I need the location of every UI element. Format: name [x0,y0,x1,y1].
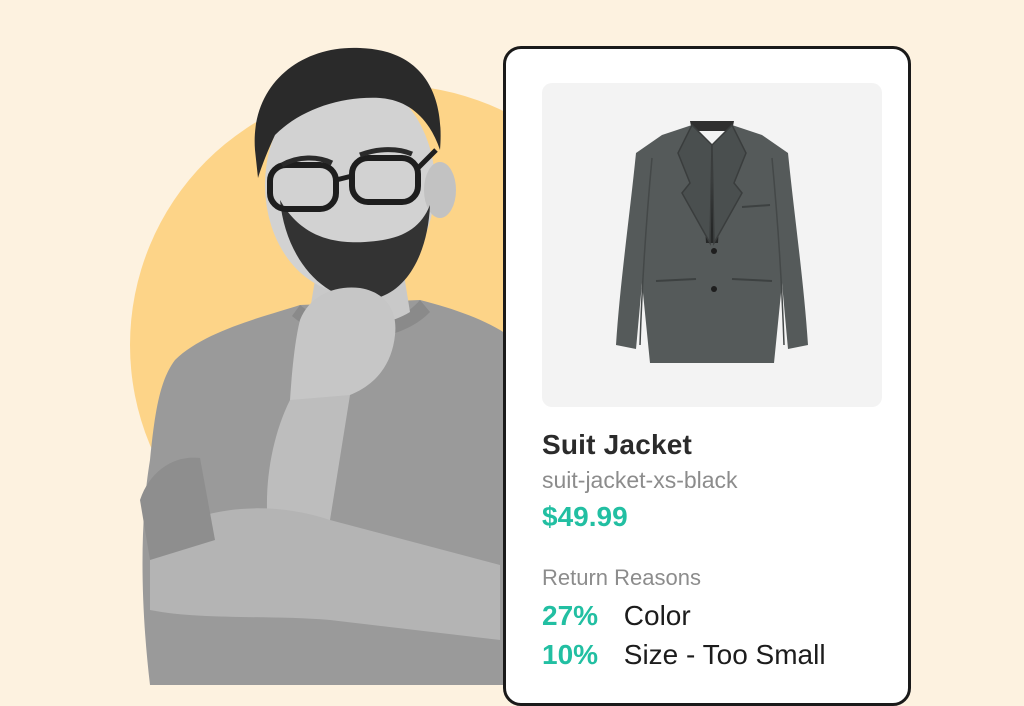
jacket-icon [616,121,808,363]
return-reasons-heading: Return Reasons [542,565,701,590]
product-card: Suit Jacket suit-jacket-xs-black $49.99 … [503,46,911,706]
product-sku: suit-jacket-xs-black [542,467,738,493]
return-reason-row: 10% Size - Too Small [542,639,826,671]
return-reason-label: Color [623,600,691,631]
product-price: $49.99 [542,501,628,532]
return-reason-percent: 10% [542,639,599,670]
return-reason-row: 27% Color [542,600,691,632]
return-reason-percent: 27% [542,600,599,631]
product-image[interactable] [542,83,882,407]
product-name: Suit Jacket [542,429,693,460]
return-reason-label: Size - Too Small [623,639,826,670]
